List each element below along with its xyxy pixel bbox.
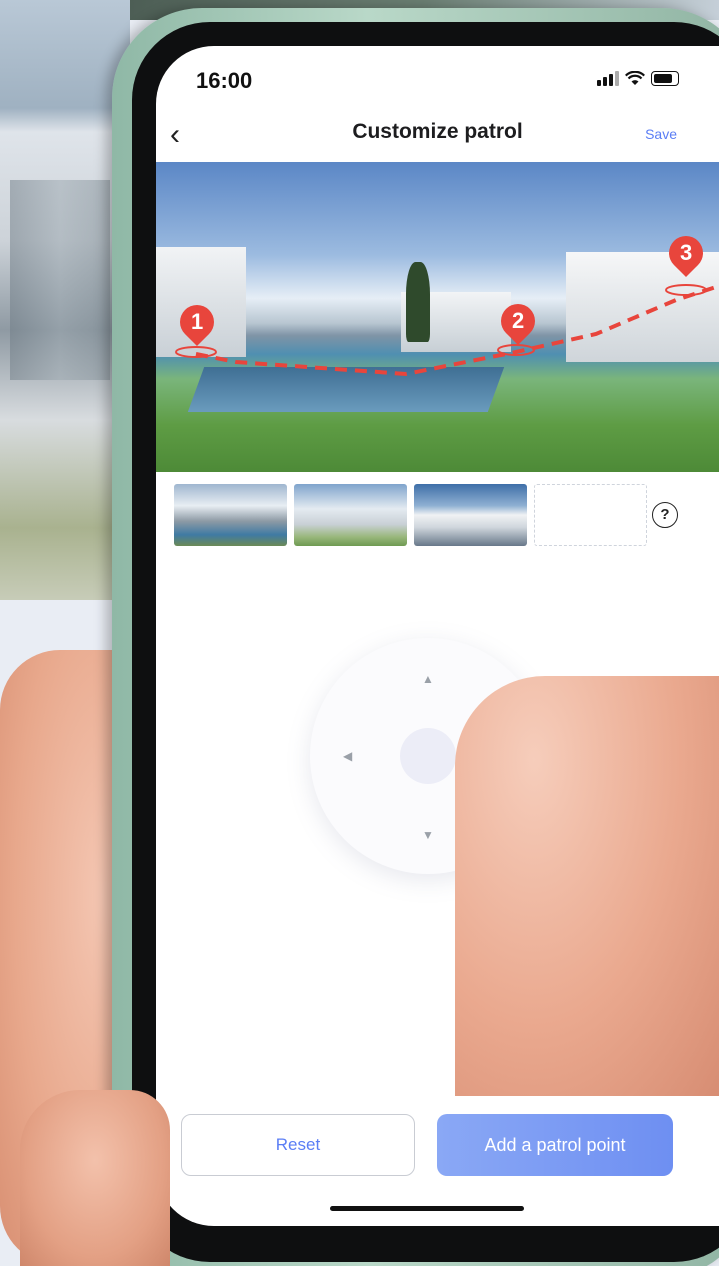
home-indicator (330, 1206, 524, 1211)
finger (455, 676, 719, 1096)
add-patrol-point-button[interactable]: Add a patrol point (437, 1114, 673, 1176)
status-bar: 16:00 (156, 46, 719, 116)
camera-preview[interactable]: 1 2 3 (156, 162, 719, 472)
arrow-down-icon[interactable]: ▼ (422, 828, 434, 842)
hand-thumb (20, 1090, 170, 1266)
status-time: 16:00 (196, 68, 253, 93)
status-icons (597, 70, 679, 86)
joystick-center[interactable] (400, 728, 456, 784)
thumbnail-patrol-point-1[interactable] (174, 484, 287, 546)
patrol-point-thumbnails (174, 484, 647, 546)
page-title: Customize patrol (352, 120, 523, 143)
arrow-up-icon[interactable]: ▲ (422, 672, 434, 686)
thumbnail-patrol-point-3[interactable] (414, 484, 527, 546)
patrol-path (175, 284, 719, 377)
reset-button[interactable]: Reset (181, 1114, 415, 1176)
background-photo (0, 0, 130, 600)
signal-icon (597, 70, 619, 86)
thumbnail-patrol-point-2[interactable] (294, 484, 407, 546)
wifi-icon (625, 70, 645, 85)
question-circle-icon[interactable]: ? (652, 502, 678, 528)
battery-icon (651, 70, 679, 86)
thumbnail-empty-slot[interactable] (534, 484, 647, 546)
nav-bar: ‹ Customize patrol Save (156, 112, 719, 156)
save-button[interactable]: Save (645, 126, 677, 142)
arrow-left-icon[interactable]: ◀ (343, 749, 352, 763)
